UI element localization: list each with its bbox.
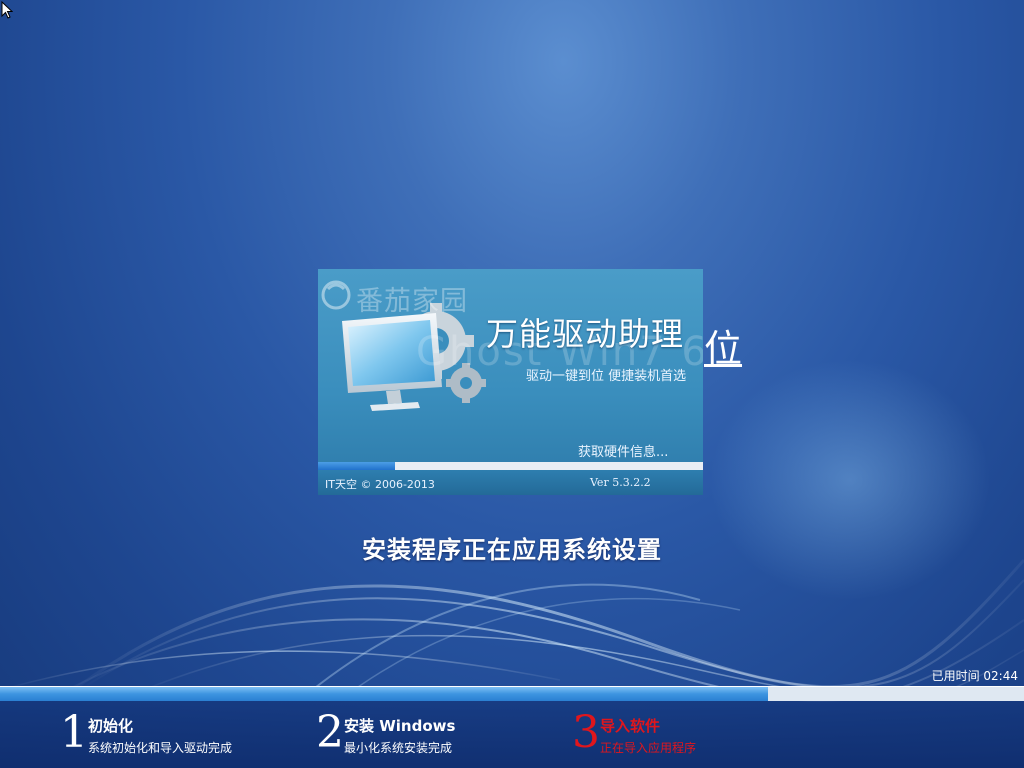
step-number: 3 <box>572 707 600 758</box>
splash-progress-fill <box>318 462 395 470</box>
splash-footer: IT天空 © 2006-2013 Ver 5.3.2.2 <box>318 470 703 495</box>
step-number: 2 <box>316 707 344 758</box>
tomato-logo-icon <box>321 280 351 310</box>
splash-progress-bar <box>318 462 703 470</box>
driver-assistant-splash: 番茄家园 Ghost Win7 64位 万能驱动助理 驱动一键到位 便捷装机首选… <box>318 269 703 495</box>
splash-copyright: IT天空 © 2006-2013 <box>325 478 435 491</box>
step-title: 初始化 <box>88 717 134 735</box>
overall-progress-bar <box>0 686 1024 701</box>
step-number: 1 <box>60 707 88 758</box>
installer-screen: { "splash": { "brand_watermark": "番茄家园",… <box>0 0 1024 768</box>
splash-status: 获取硬件信息... <box>578 445 669 460</box>
brand-watermark: 番茄家园 <box>356 286 468 317</box>
splash-title: 万能驱动助理 <box>486 315 685 353</box>
step-description: 系统初始化和导入驱动完成 <box>88 741 233 755</box>
step-title: 导入软件 <box>600 717 661 735</box>
status-message: 安装程序正在应用系统设置 <box>362 536 662 564</box>
install-steps: 1 初始化 系统初始化和导入驱动完成 2 安装 Windows 最小化系统安装完… <box>0 701 1024 768</box>
overall-progress-fill <box>0 687 768 701</box>
elapsed-time: 已用时间 02:44 <box>931 669 1018 683</box>
mouse-pointer-icon <box>1 1 13 19</box>
splash-subtitle: 驱动一键到位 便捷装机首选 <box>526 369 687 384</box>
step-title: 安装 Windows <box>344 717 456 735</box>
step-description: 正在导入应用程序 <box>600 741 697 755</box>
step-description: 最小化系统安装完成 <box>344 741 453 755</box>
splash-version: Ver 5.3.2.2 <box>590 476 651 489</box>
overflow-title-char: 位 <box>704 327 743 371</box>
